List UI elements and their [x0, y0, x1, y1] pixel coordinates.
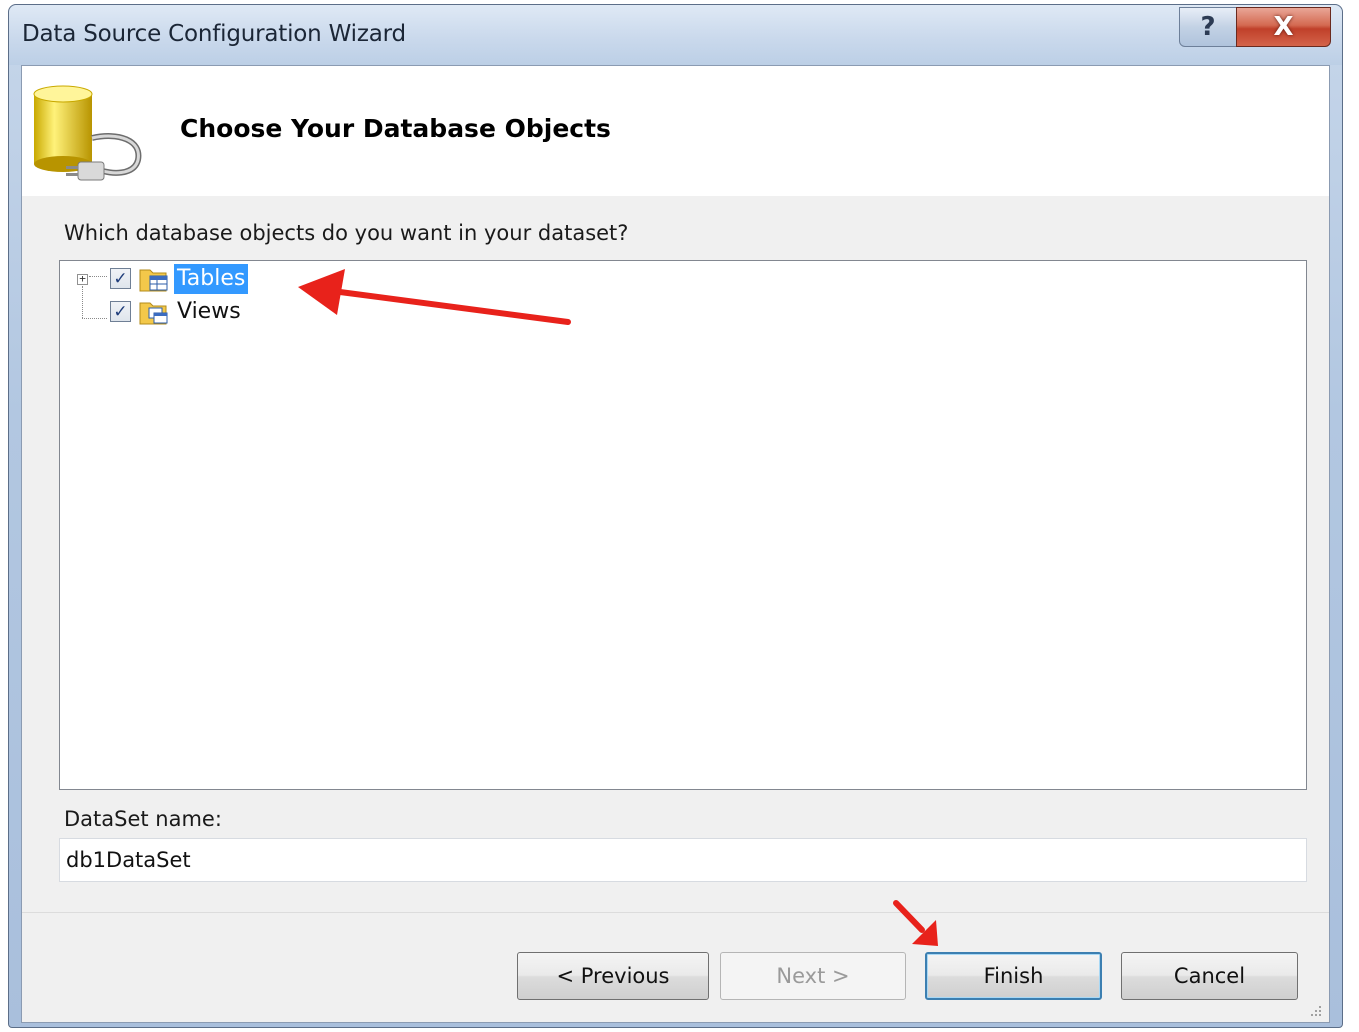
title-bar[interactable]: Data Source Configuration Wizard ? X [9, 5, 1342, 65]
page-title: Choose Your Database Objects [180, 114, 611, 143]
tables-folder-icon [139, 269, 168, 292]
next-button[interactable]: Next > [720, 952, 906, 1000]
tree-item-tables[interactable]: + ✓ Tables [60, 264, 360, 294]
dataset-name-input[interactable] [59, 838, 1307, 882]
objects-prompt: Which database objects do you want in yo… [64, 221, 629, 245]
dataset-name-label: DataSet name: [64, 807, 222, 831]
help-button[interactable]: ? [1179, 7, 1237, 47]
cancel-button[interactable]: Cancel [1121, 952, 1298, 1000]
views-checkbox[interactable]: ✓ [110, 301, 131, 322]
database-plug-icon [33, 85, 142, 181]
tree-item-views[interactable]: ✓ Views [60, 297, 360, 327]
tree-item-label[interactable]: Views [174, 297, 244, 327]
tree-item-label[interactable]: Tables [174, 264, 249, 294]
previous-button[interactable]: < Previous [517, 952, 709, 1000]
wizard-window: Data Source Configuration Wizard ? X Cho… [8, 4, 1343, 1028]
finish-button[interactable]: Finish [925, 952, 1102, 1000]
database-objects-tree[interactable]: + ✓ Tables ✓ Views [59, 260, 1307, 790]
resize-grip-icon[interactable] [1307, 1002, 1323, 1018]
footer-divider [22, 912, 1329, 913]
header-band: Choose Your Database Objects [22, 66, 1329, 196]
close-button[interactable]: X [1236, 7, 1331, 47]
tables-checkbox[interactable]: ✓ [110, 268, 131, 289]
window-title: Data Source Configuration Wizard [22, 21, 406, 47]
expand-icon[interactable]: + [77, 273, 88, 285]
views-folder-icon [139, 302, 168, 325]
wizard-body: Choose Your Database Objects Which datab… [21, 65, 1330, 1023]
